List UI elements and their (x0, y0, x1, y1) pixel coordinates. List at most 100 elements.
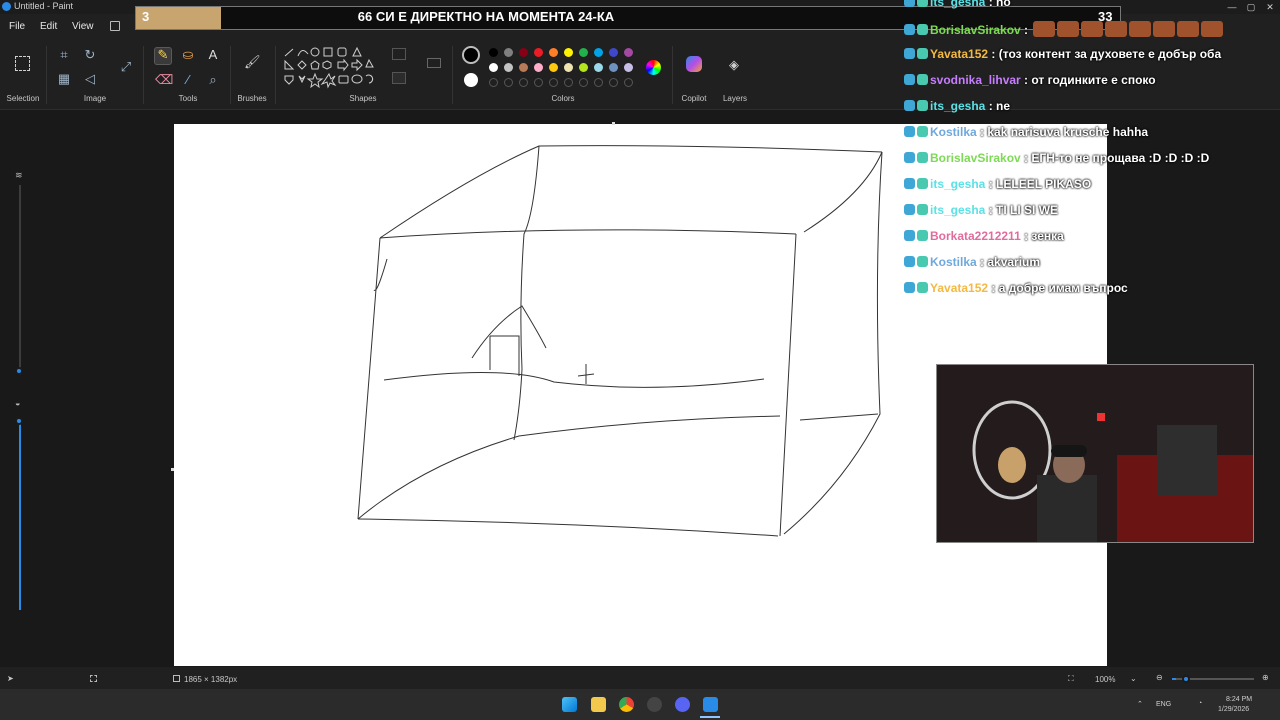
palette-swatch[interactable] (624, 63, 633, 72)
resize-icon[interactable]: ⤢ (118, 60, 134, 76)
brush-icon[interactable]: 🖌 (244, 55, 261, 71)
canvas-size-text: 1865 × 1382px (184, 675, 238, 684)
opacity-slider-knob[interactable] (15, 417, 23, 425)
clock-date[interactable]: 1/29/2026 (1218, 706, 1249, 713)
text-tool-icon[interactable]: A (205, 48, 221, 64)
zoom-in-icon[interactable]: ⊕ (1262, 673, 1269, 682)
custom-color-slot[interactable] (579, 78, 588, 87)
primary-color-swatch[interactable] (462, 46, 480, 64)
language-indicator[interactable]: ENG (1156, 701, 1171, 708)
palette-swatch[interactable] (609, 63, 618, 72)
zoom-out-icon[interactable]: ⊖ (1156, 673, 1163, 682)
fit-to-window-icon[interactable]: ⛶ (1068, 674, 1074, 684)
chat-message: Borkata2212211 : зенка (904, 229, 1064, 247)
chat-username: its_gesha (930, 203, 986, 217)
group-label-tools: Tools (178, 94, 198, 103)
canvas-resize-handle[interactable] (612, 122, 615, 125)
ribbon-separator (230, 46, 231, 104)
chat-text: от годинките е споко (1031, 73, 1156, 87)
brush-size-slider[interactable] (19, 185, 21, 375)
palette-swatch[interactable] (489, 63, 498, 72)
network-icon[interactable]: ◔ (1198, 700, 1202, 707)
clock-time[interactable]: 8:24 PM (1226, 696, 1252, 703)
layers-icon[interactable]: ◈ (726, 58, 742, 74)
menu-view[interactable]: View (72, 21, 94, 32)
image-select-icon[interactable]: ▦ (56, 72, 72, 88)
maximize-button[interactable]: ▢ (1241, 0, 1261, 14)
edit-colors-icon[interactable] (646, 60, 661, 75)
custom-color-slot[interactable] (549, 78, 558, 87)
app-icon[interactable] (647, 697, 662, 712)
palette-swatch[interactable] (489, 48, 498, 57)
custom-color-slot[interactable] (534, 78, 543, 87)
palette-swatch[interactable] (564, 63, 573, 72)
palette-swatch[interactable] (549, 48, 558, 57)
chat-separator: : (1020, 151, 1032, 165)
group-label-shapes: Shapes (349, 94, 377, 103)
palette-swatch[interactable] (534, 63, 543, 72)
shapes-gallery[interactable] (282, 46, 382, 92)
save-icon[interactable] (110, 21, 120, 31)
brush-size-slider-knob[interactable] (15, 367, 23, 375)
palette-swatch[interactable] (594, 63, 603, 72)
banner-left-count: 3 (142, 9, 150, 24)
custom-color-slot[interactable] (624, 78, 633, 87)
color-picker-icon[interactable]: ⁄ (180, 73, 196, 89)
palette-swatch[interactable] (534, 48, 543, 57)
outline-size-icon[interactable] (427, 58, 441, 68)
chat-separator: : (985, 99, 997, 113)
pencil-icon[interactable]: ✎ (154, 47, 172, 65)
copilot-icon[interactable] (686, 56, 702, 72)
palette-swatch[interactable] (504, 63, 513, 72)
menu-edit[interactable]: Edit (40, 21, 57, 32)
palette-swatch[interactable] (504, 48, 513, 57)
chat-badge-icon (917, 152, 928, 163)
chrome-icon[interactable] (619, 697, 634, 712)
rotate-icon[interactable]: ↻ (82, 48, 98, 64)
palette-swatch[interactable] (624, 48, 633, 57)
palette-swatch[interactable] (609, 48, 618, 57)
custom-color-slot[interactable] (519, 78, 528, 87)
shape-outline-icon[interactable] (392, 48, 406, 60)
close-button[interactable]: ✕ (1260, 0, 1280, 14)
paint-taskbar-icon[interactable] (703, 697, 718, 712)
shape-fill-icon[interactable] (392, 72, 406, 84)
discord-icon[interactable] (675, 697, 690, 712)
magnifier-icon[interactable]: ⌕ (205, 73, 221, 89)
select-rectangle-icon[interactable] (15, 56, 30, 71)
chat-message: Yavata152 : а добре имам въпрос (904, 281, 1128, 299)
custom-color-slot[interactable] (504, 78, 513, 87)
chat-message: BorislavSirakov : (904, 21, 1224, 39)
zoom-dropdown-icon[interactable]: ⌄ (1130, 674, 1137, 683)
zoom-level-text[interactable]: 100% (1095, 675, 1115, 684)
eraser-icon[interactable]: ⌫ (155, 73, 173, 89)
file-explorer-icon[interactable] (591, 697, 606, 712)
chat-badge-icon (904, 152, 915, 163)
crop-icon[interactable]: ⌗ (56, 48, 72, 64)
custom-color-slot[interactable] (594, 78, 603, 87)
palette-swatch[interactable] (564, 48, 573, 57)
palette-swatch[interactable] (579, 48, 588, 57)
minimize-button[interactable]: — (1222, 0, 1242, 14)
custom-color-slot[interactable] (564, 78, 573, 87)
tray-chevron-icon[interactable]: ⌃ (1137, 700, 1143, 708)
chat-badge-icon (904, 178, 915, 189)
custom-color-slot[interactable] (489, 78, 498, 87)
palette-swatch[interactable] (594, 48, 603, 57)
start-button-icon[interactable] (562, 697, 577, 712)
chat-badge-icon (917, 282, 928, 293)
chat-badge-icon (917, 256, 928, 267)
canvas-resize-handle[interactable] (171, 468, 174, 471)
opacity-slider[interactable] (19, 420, 21, 610)
flip-icon[interactable]: ◁ (82, 72, 98, 88)
fill-bucket-icon[interactable]: ⛀ (180, 48, 196, 64)
zoom-slider-knob[interactable] (1182, 675, 1190, 683)
palette-swatch[interactable] (519, 63, 528, 72)
secondary-color-swatch[interactable] (464, 73, 478, 87)
palette-swatch[interactable] (549, 63, 558, 72)
custom-color-slot[interactable] (609, 78, 618, 87)
palette-swatch[interactable] (519, 48, 528, 57)
menu-file[interactable]: File (9, 21, 25, 32)
brush-size-icon: ≋ (15, 170, 23, 180)
palette-swatch[interactable] (579, 63, 588, 72)
